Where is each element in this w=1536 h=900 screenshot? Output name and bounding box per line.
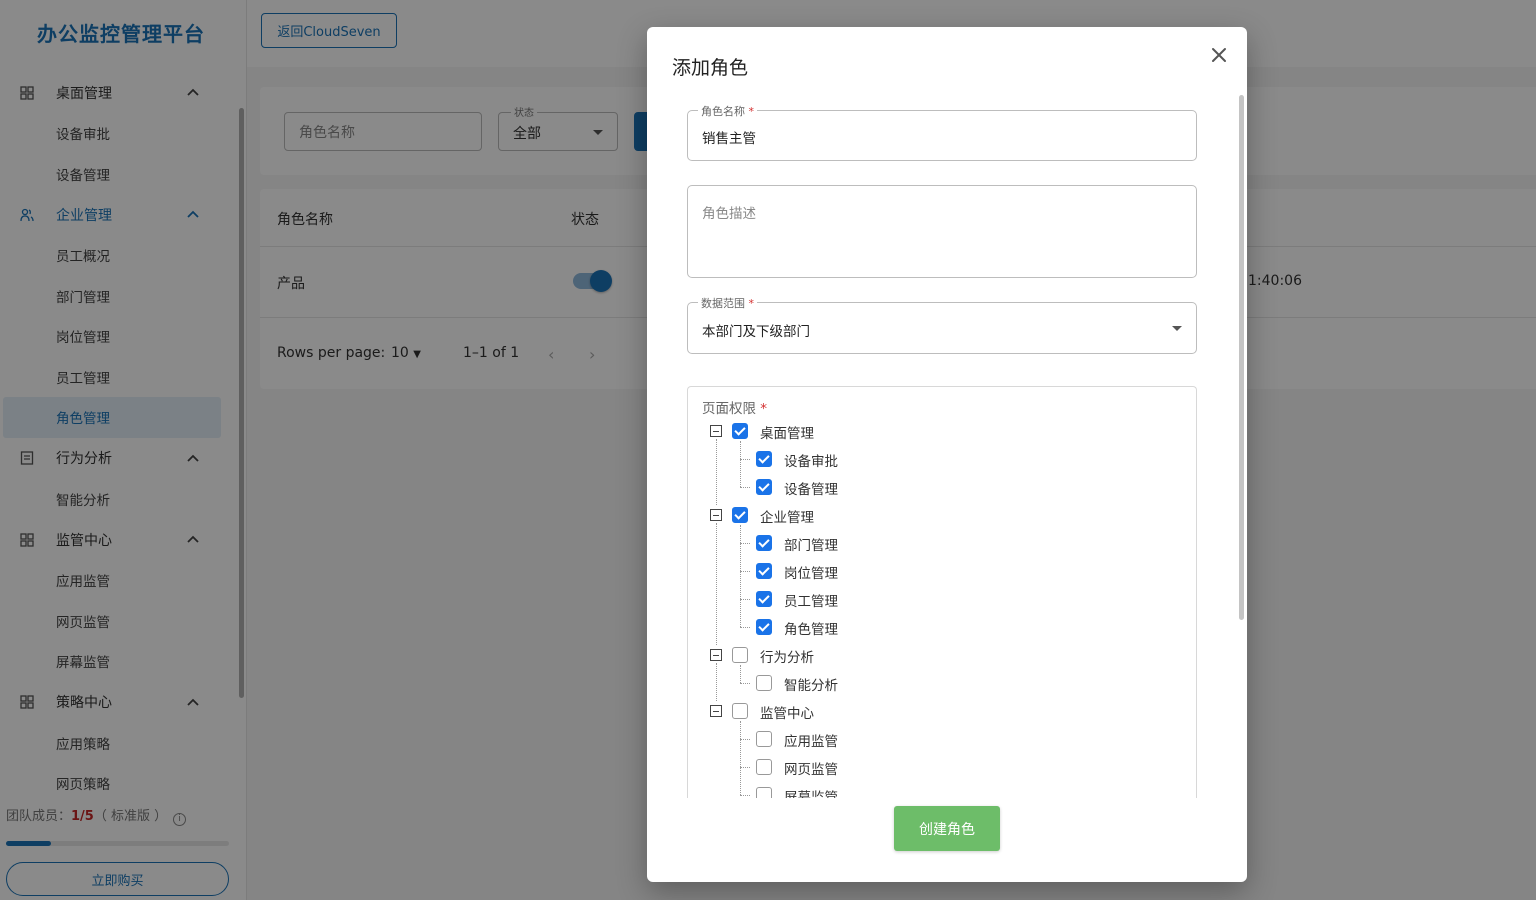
tree-connector [740, 767, 750, 768]
create-role-button[interactable]: 创建角色 [894, 806, 1000, 851]
checkbox-岗位管理[interactable] [756, 563, 772, 579]
checkbox-员工管理[interactable] [756, 591, 772, 607]
data-scope-value: 本部门及下级部门 [702, 324, 810, 340]
checkbox-网页监管[interactable] [756, 759, 772, 775]
page-permissions-label: 页面权限 * [702, 401, 768, 417]
role-name-label: 角色名称 * [698, 103, 757, 119]
tree-connector [740, 571, 750, 572]
checkbox-屏幕监管[interactable] [756, 787, 772, 798]
dropdown-arrow-icon [1172, 326, 1182, 331]
tree-connector [716, 663, 717, 701]
role-name-field[interactable]: 角色名称 * 销售主管 [687, 103, 1197, 161]
role-name-value: 销售主管 [702, 131, 756, 147]
tree-connector [740, 739, 750, 740]
add-role-dialog: 添加角色 角色名称 * 销售主管 角色描述 数据范围 * 本部门及下级部门 页面… [647, 27, 1247, 882]
dialog-scrollbar[interactable] [1239, 95, 1244, 620]
tree-connector [740, 441, 741, 487]
checkbox-监管中心[interactable] [732, 703, 748, 719]
tree-node-label: 企业管理 [760, 510, 814, 526]
tree-connector [740, 683, 750, 684]
tree-connector [740, 721, 741, 795]
checkbox-角色管理[interactable] [756, 619, 772, 635]
collapse-toggle-icon[interactable] [710, 509, 722, 521]
checkbox-应用监管[interactable] [756, 731, 772, 747]
collapse-toggle-icon[interactable] [710, 649, 722, 661]
tree-connector [740, 627, 750, 628]
tree-node-label: 应用监管 [784, 734, 838, 750]
tree-connector [740, 795, 750, 796]
collapse-toggle-icon[interactable] [710, 425, 722, 437]
page-permissions-tree: 页面权限 * 桌面管理设备审批设备管理企业管理部门管理岗位管理员工管理角色管理行… [687, 386, 1197, 798]
checkbox-智能分析[interactable] [756, 675, 772, 691]
checkbox-部门管理[interactable] [756, 535, 772, 551]
tree-node-label: 设备审批 [784, 454, 838, 470]
tree-node-label: 智能分析 [784, 678, 838, 694]
checkbox-设备审批[interactable] [756, 451, 772, 467]
close-icon[interactable] [1209, 45, 1229, 65]
checkbox-企业管理[interactable] [732, 507, 748, 523]
tree-node-label: 网页监管 [784, 762, 838, 778]
tree-connector [740, 665, 741, 683]
data-scope-select[interactable]: 数据范围 * 本部门及下级部门 [687, 295, 1197, 354]
tree-node-label: 岗位管理 [784, 566, 838, 582]
tree-connector [716, 439, 717, 505]
data-scope-label: 数据范围 * [698, 295, 757, 311]
tree-node-label: 员工管理 [784, 594, 838, 610]
tree-node-label: 设备管理 [784, 482, 838, 498]
checkbox-行为分析[interactable] [732, 647, 748, 663]
dialog-title: 添加角色 [672, 57, 749, 79]
tree-node-label: 桌面管理 [760, 426, 814, 442]
tree-node-label: 屏幕监管 [784, 790, 838, 798]
tree-node-label: 监管中心 [760, 706, 814, 722]
tree-connector [740, 459, 750, 460]
tree-node-label: 行为分析 [760, 650, 814, 666]
tree-node-label: 角色管理 [784, 622, 838, 638]
tree-connector [716, 523, 717, 645]
checkbox-设备管理[interactable] [756, 479, 772, 495]
tree-connector [740, 543, 750, 544]
checkbox-桌面管理[interactable] [732, 423, 748, 439]
tree-connector [740, 599, 750, 600]
tree-node-label: 部门管理 [784, 538, 838, 554]
tree-connector [740, 487, 750, 488]
collapse-toggle-icon[interactable] [710, 705, 722, 717]
role-description-field[interactable]: 角色描述 [687, 185, 1197, 278]
tree-connector [740, 525, 741, 627]
